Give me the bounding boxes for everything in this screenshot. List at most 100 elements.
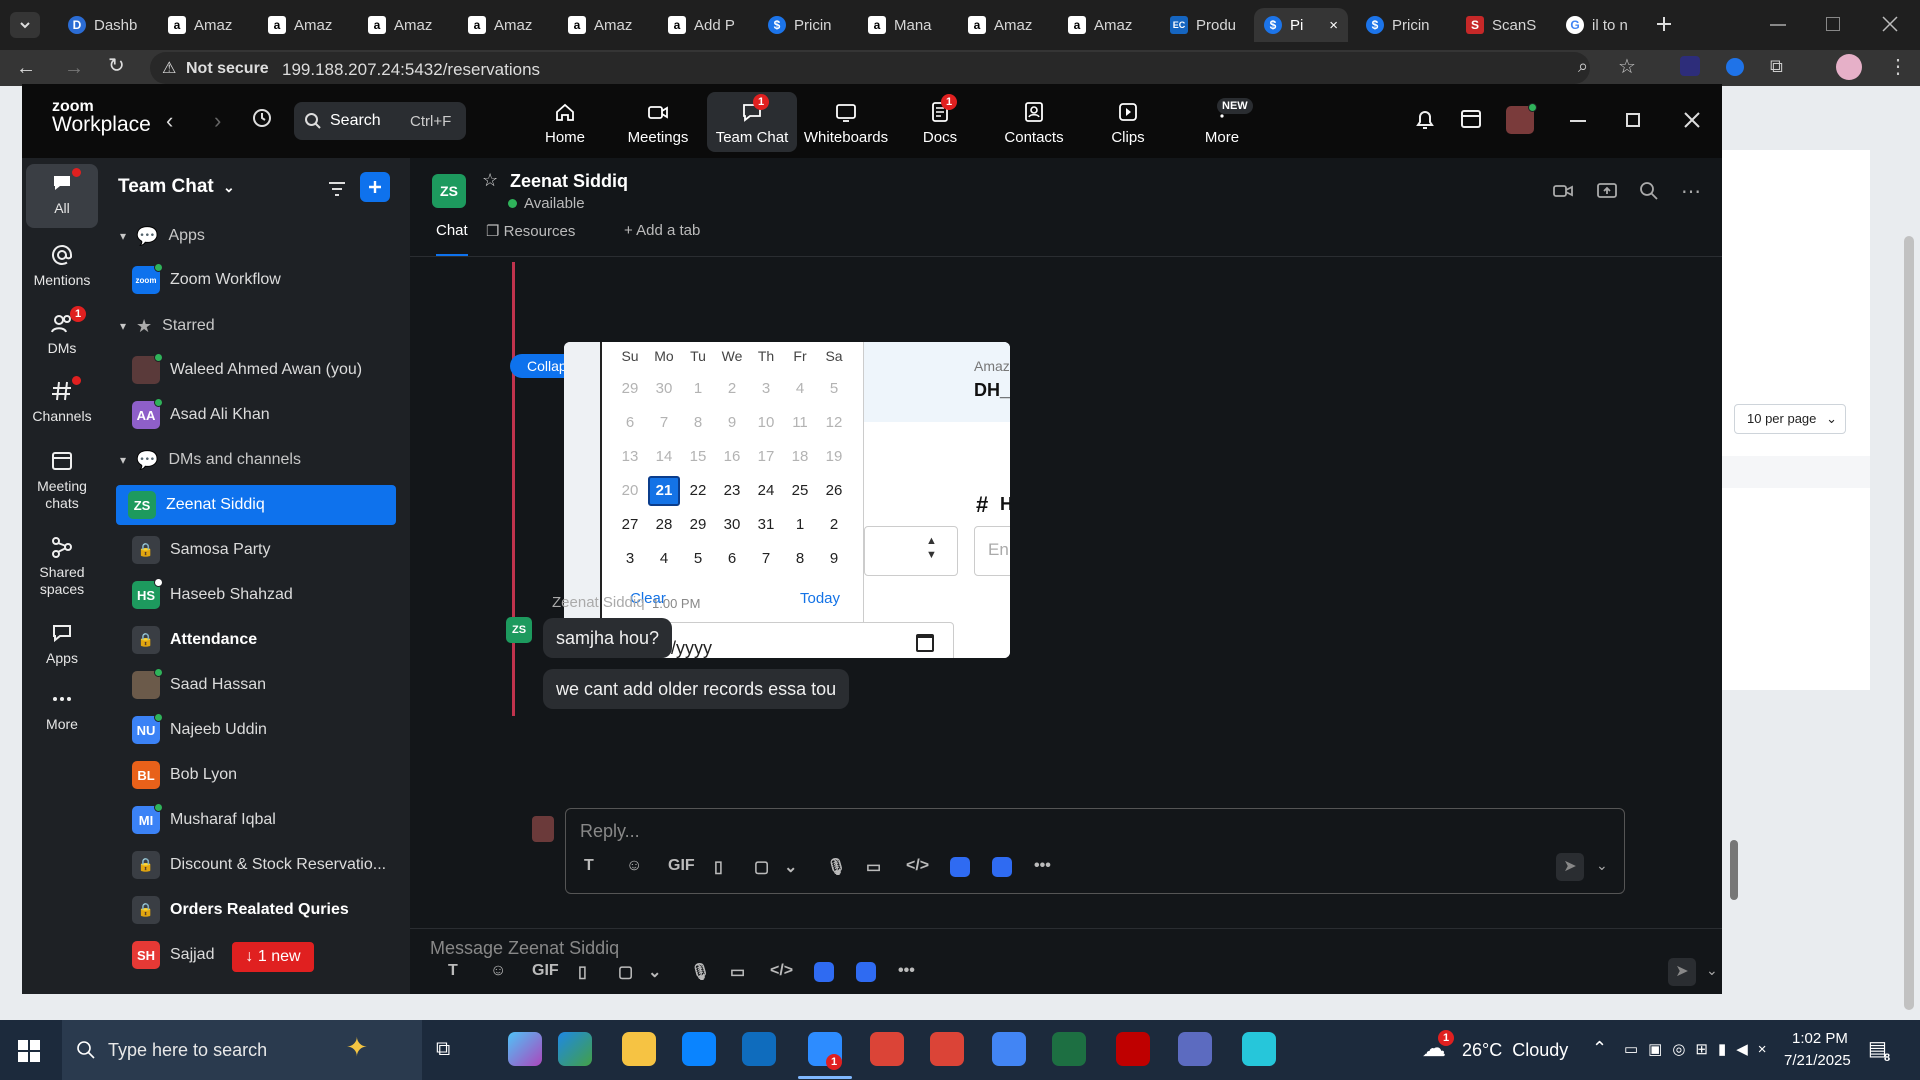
calendar-day[interactable]: 2 — [718, 378, 746, 400]
nav-whiteboards[interactable]: Whiteboards — [801, 92, 891, 152]
outlook-icon[interactable] — [742, 1032, 776, 1066]
browser-tab[interactable]: a Amaz — [1058, 8, 1152, 42]
extension-blue-icon[interactable] — [1726, 58, 1744, 76]
sidebar-item-musharaf[interactable]: MI Musharaf Iqbal — [128, 800, 408, 840]
browser-tab[interactable]: a Amaz — [258, 8, 352, 42]
browser-tab[interactable]: $ Pi × — [1254, 8, 1348, 42]
browser-tab[interactable]: a Add P — [658, 8, 752, 42]
section-starred[interactable]: ▾ ★ Starred — [116, 306, 396, 346]
nav-back-icon[interactable]: ‹ — [166, 108, 173, 134]
browser-tab[interactable]: a Amaz — [558, 8, 652, 42]
nav-meetings[interactable]: Meetings — [613, 92, 703, 152]
calendar-day[interactable]: 5 — [684, 548, 712, 570]
sidebar-item-attendance[interactable]: 🔒 Attendance — [128, 620, 408, 660]
browser-tab[interactable]: EC Produ — [1160, 8, 1254, 42]
excel-icon[interactable] — [1052, 1032, 1086, 1066]
rail-all[interactable]: All — [26, 164, 98, 228]
calendar-day[interactable]: 1 — [786, 514, 814, 536]
profile-avatar[interactable] — [1836, 54, 1862, 80]
puzzle-icon[interactable]: ⧉ — [1770, 56, 1783, 77]
nav-clips[interactable]: Clips — [1083, 92, 1173, 152]
calendar-day[interactable]: 2 — [820, 514, 848, 536]
chat-scrollbar[interactable] — [1730, 840, 1738, 900]
calendar-day[interactable]: 30 — [718, 514, 746, 536]
window-close-button[interactable] — [1878, 12, 1902, 36]
rail-dms[interactable]: DMs 1 — [26, 304, 98, 360]
section-apps[interactable]: ▾ 💬 Apps — [116, 216, 396, 256]
nav-docs[interactable]: Docs 1 — [895, 92, 985, 152]
calendar-day[interactable]: 27 — [616, 514, 644, 536]
back-icon[interactable]: ← — [16, 58, 36, 78]
per-page-select[interactable]: 10 per page ⌄ — [1734, 404, 1846, 434]
tray-icons[interactable]: ▭▣◎⊞▮◀× — [1624, 1040, 1777, 1058]
rail-apps[interactable]: Apps — [26, 614, 98, 670]
emoji-icon[interactable]: ☺ — [490, 962, 506, 980]
nav-forward-icon[interactable]: › — [214, 108, 221, 134]
calendar-day[interactable]: 17 — [752, 446, 780, 468]
app-blue-icon[interactable] — [814, 962, 834, 982]
calendar-day[interactable]: 7 — [752, 548, 780, 570]
nav-contacts[interactable]: Contacts — [989, 92, 1079, 152]
calendar-day[interactable]: 6 — [616, 412, 644, 434]
sidebar-item-zoom-workflow[interactable]: zoom Zoom Workflow — [128, 260, 408, 300]
window-restore-button[interactable] — [1826, 17, 1840, 31]
calendar-day[interactable]: 14 — [650, 446, 678, 468]
calendar-day[interactable]: 12 — [820, 412, 848, 434]
zoom-maximize-button[interactable] — [1626, 113, 1640, 127]
calendar-day[interactable]: 29 — [616, 378, 644, 400]
calendar-today-button[interactable]: Today — [800, 590, 840, 607]
sidebar-item-bob[interactable]: BL Bob Lyon — [128, 755, 408, 795]
message-bubble[interactable]: we cant add older records essa tou — [543, 669, 850, 709]
send-options-chevron-icon[interactable]: ⌄ — [1706, 962, 1718, 979]
filezilla-icon[interactable] — [1116, 1032, 1150, 1066]
send-icon[interactable]: ➤ — [1668, 958, 1696, 986]
video-message-icon[interactable]: ▭ — [730, 962, 745, 982]
sidebar-item-samosa-party[interactable]: 🔒 Samosa Party — [128, 530, 408, 570]
rail-more[interactable]: More — [26, 680, 98, 736]
section-dms-channels[interactable]: ▾ 💬 DMs and channels — [116, 440, 396, 480]
sidebar-item-haseeb[interactable]: HS Haseeb Shahzad — [128, 575, 408, 615]
zoom-close-button[interactable] — [1680, 108, 1704, 137]
calendar-day[interactable]: 6 — [718, 548, 746, 570]
browser-tab[interactable]: a Amaz — [958, 8, 1052, 42]
calendar-day[interactable]: 13 — [616, 446, 644, 468]
chrome-icon[interactable] — [870, 1032, 904, 1066]
browser-tab[interactable]: $ Pricin — [1356, 8, 1450, 42]
page-scrollbar[interactable] — [1904, 236, 1914, 1010]
calendar-day[interactable]: 3 — [616, 548, 644, 570]
tab-search-button[interactable] — [10, 12, 40, 38]
calendar-day[interactable]: 16 — [718, 446, 746, 468]
rail-meeting-chats[interactable]: Meeting chats — [26, 442, 98, 512]
message-bubble[interactable]: samjha hou? — [543, 618, 673, 658]
task-view-icon[interactable]: ⧉ — [436, 1038, 450, 1061]
notifications-bell-icon[interactable] — [1412, 106, 1438, 137]
sidebar-item-waleed[interactable]: Waleed Ahmed Awan (you) — [128, 350, 408, 390]
clock-date[interactable]: 7/21/2025 — [1784, 1052, 1851, 1069]
nav-team-chat[interactable]: Team Chat 1 — [707, 92, 797, 152]
app-blue-chat-icon[interactable] — [856, 962, 876, 982]
microphone-icon[interactable]: 🎙 — [690, 962, 710, 982]
calendar-day[interactable]: 9 — [718, 412, 746, 434]
nav-home[interactable]: Home — [520, 92, 610, 152]
sidebar-item-saad[interactable]: Saad Hassan — [128, 665, 408, 705]
calendar-day[interactable]: 7 — [650, 412, 678, 434]
calendar-day[interactable]: 20 — [616, 480, 644, 502]
calendar-day[interactable]: 23 — [718, 480, 746, 502]
window-minimize-button[interactable] — [1770, 24, 1786, 26]
sidebar-item-discount[interactable]: 🔒 Discount & Stock Reservatio... — [128, 845, 408, 885]
calendar-day[interactable]: 25 — [786, 480, 814, 502]
edge-icon[interactable] — [558, 1032, 592, 1066]
zoom-minimize-button[interactable] — [1570, 120, 1586, 122]
browser-tab[interactable]: $ Pricin — [758, 8, 852, 42]
extension-icon[interactable] — [1680, 56, 1700, 76]
filter-icon[interactable] — [326, 178, 348, 205]
sidebar-item-zeenat[interactable]: ZS Zeenat Siddiq — [116, 485, 396, 525]
new-chat-button[interactable] — [360, 172, 390, 202]
message-sender[interactable]: Zeenat Siddiq — [552, 594, 645, 611]
zoom-search-box[interactable]: Search Ctrl+F — [294, 102, 466, 140]
calendar-day[interactable]: 24 — [752, 480, 780, 502]
forward-icon[interactable]: → — [64, 58, 84, 78]
browser-tab[interactable]: a Amaz — [358, 8, 452, 42]
sidebar-item-asad[interactable]: AA Asad Ali Khan — [128, 395, 408, 435]
rail-mentions[interactable]: Mentions — [26, 236, 98, 292]
